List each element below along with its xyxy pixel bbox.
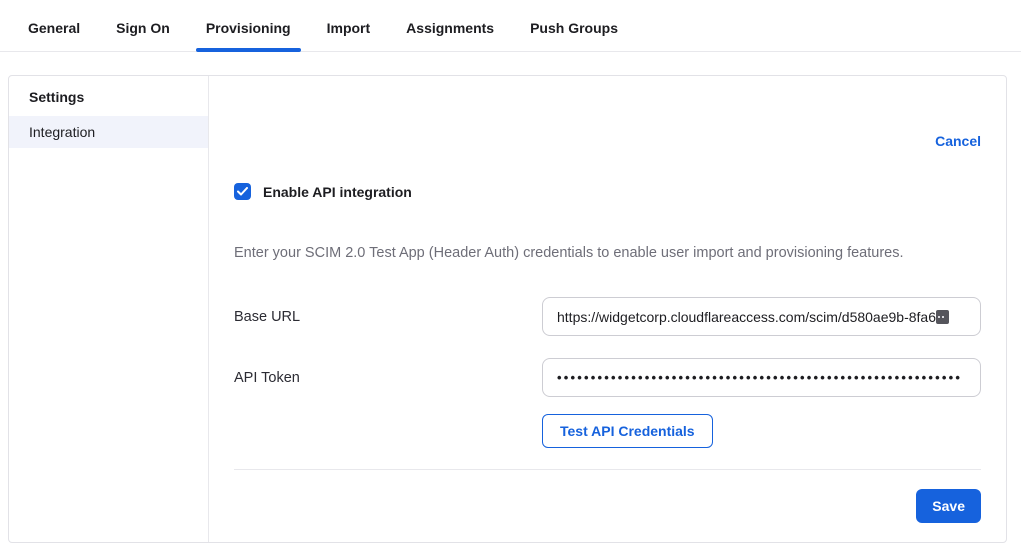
save-row: Save <box>234 489 981 523</box>
test-api-credentials-button[interactable]: Test API Credentials <box>542 414 713 448</box>
enable-api-integration-row: Enable API integration <box>234 183 981 200</box>
tab-general[interactable]: General <box>18 20 90 51</box>
tab-push-groups[interactable]: Push Groups <box>520 20 628 51</box>
settings-panel: Settings Integration Cancel Enable API i… <box>8 75 1007 543</box>
test-credentials-row: Test API Credentials <box>542 414 981 448</box>
settings-sidebar: Settings Integration <box>9 76 209 542</box>
enable-api-integration-label: Enable API integration <box>263 184 412 200</box>
checkmark-icon <box>237 187 248 196</box>
api-token-masked-value: ••••••••••••••••••••••••••••••••••••••••… <box>557 370 962 385</box>
enable-api-integration-checkbox[interactable] <box>234 183 251 200</box>
sidebar-header: Settings <box>9 80 208 116</box>
base-url-field-row: Base URL https://widgetcorp.cloudflareac… <box>234 297 981 336</box>
api-token-label: API Token <box>234 370 542 386</box>
tab-provisioning[interactable]: Provisioning <box>196 20 301 51</box>
text-truncation-icon <box>936 310 949 324</box>
credentials-description: Enter your SCIM 2.0 Test App (Header Aut… <box>234 245 981 261</box>
provisioning-settings-page: General Sign On Provisioning Import Assi… <box>0 0 1021 553</box>
app-tab-bar: General Sign On Provisioning Import Assi… <box>0 0 1021 52</box>
base-url-value: https://widgetcorp.cloudflareaccess.com/… <box>557 309 936 325</box>
tab-sign-on[interactable]: Sign On <box>106 20 180 51</box>
base-url-label: Base URL <box>234 309 542 325</box>
base-url-input[interactable]: https://widgetcorp.cloudflareaccess.com/… <box>542 297 981 336</box>
footer-divider <box>234 469 981 470</box>
tab-import[interactable]: Import <box>317 20 381 51</box>
cancel-row: Cancel <box>234 133 981 151</box>
cancel-link[interactable]: Cancel <box>935 133 981 149</box>
integration-form: Cancel Enable API integration Enter your… <box>209 76 1006 542</box>
sidebar-item-integration[interactable]: Integration <box>9 116 208 148</box>
save-button[interactable]: Save <box>916 489 981 523</box>
api-token-input[interactable]: ••••••••••••••••••••••••••••••••••••••••… <box>542 358 981 397</box>
api-token-field-row: API Token ••••••••••••••••••••••••••••••… <box>234 358 981 397</box>
tab-assignments[interactable]: Assignments <box>396 20 504 51</box>
